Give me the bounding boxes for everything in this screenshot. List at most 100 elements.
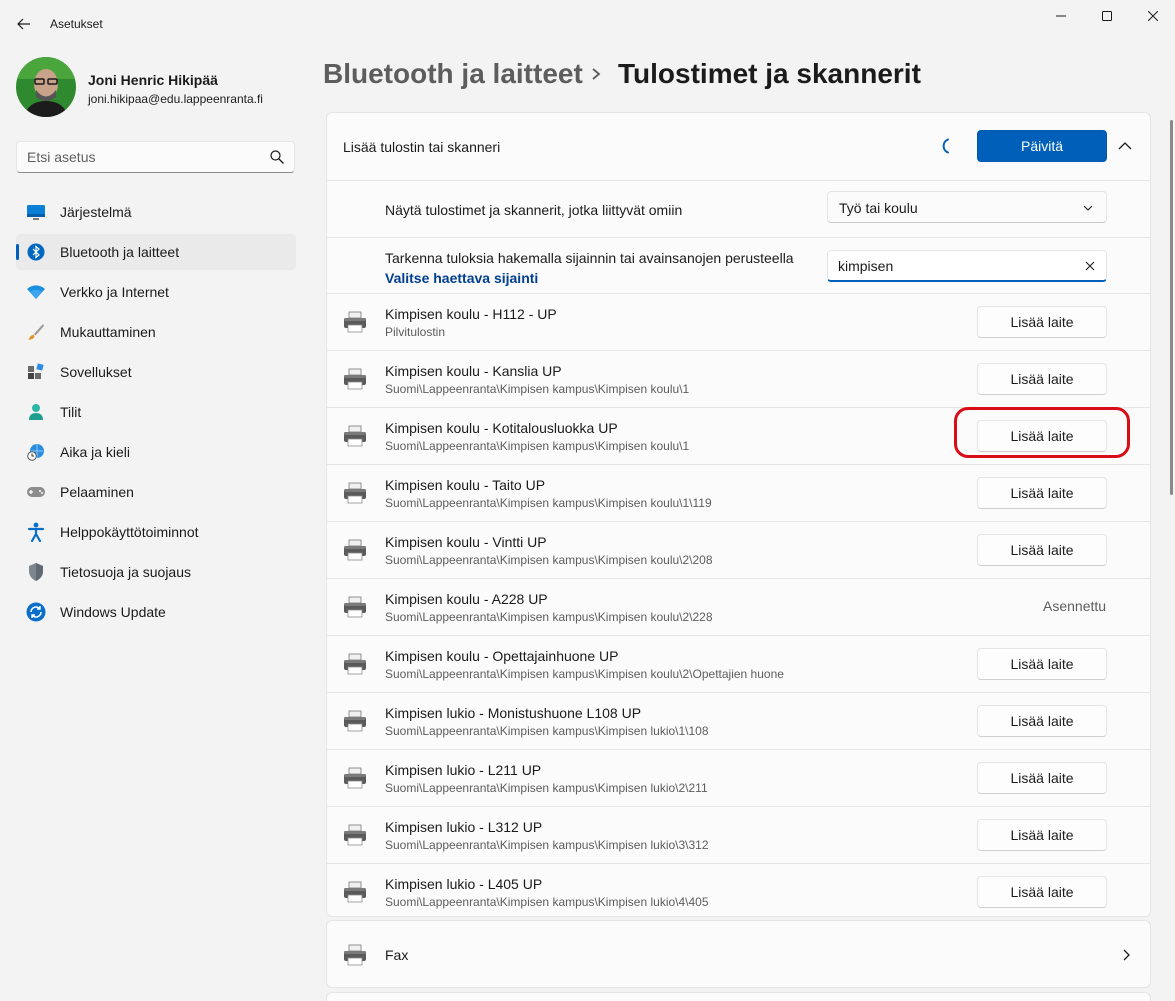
sidebar-item-accounts[interactable]: Tilit — [16, 394, 296, 430]
printer-row: Kimpisen koulu - H112 - UP Pilvitulostin L… — [327, 293, 1150, 350]
app-title: Asetukset — [50, 17, 103, 31]
sidebar-item-label: Verkko ja Internet — [60, 284, 169, 300]
sidebar-item-label: Sovellukset — [60, 364, 132, 380]
add-printer-title: Lisää tulostin tai skanneri — [343, 139, 501, 155]
update-icon — [26, 602, 46, 622]
sidebar-item-personalization[interactable]: Mukauttaminen — [16, 314, 296, 350]
apps-icon — [26, 363, 46, 381]
add-device-button[interactable]: Lisää laite — [977, 819, 1107, 851]
add-device-button[interactable]: Lisää laite — [977, 534, 1107, 566]
printer-row: Kimpisen koulu - Vintti UP Suomi\Lappeenr… — [327, 521, 1150, 578]
add-device-button[interactable]: Lisää laite — [977, 363, 1107, 395]
add-device-button[interactable]: Lisää laite — [977, 705, 1107, 737]
gamepad-icon — [26, 483, 46, 501]
sidebar-item-accessibility[interactable]: Helppokäyttötoiminnot — [16, 514, 296, 550]
sidebar-item-windows-update[interactable]: Windows Update — [16, 594, 296, 630]
back-button[interactable] — [10, 10, 38, 38]
sidebar-item-bluetooth[interactable]: Bluetooth ja laitteet — [16, 234, 296, 270]
printer-location: Suomi\Lappeenranta\Kimpisen kampus\Kimpi… — [385, 553, 713, 567]
printer-name: Kimpisen lukio - Monistushuone L108 UP — [385, 705, 642, 721]
add-device-button[interactable]: Lisää laite — [977, 762, 1107, 794]
choose-location-link[interactable]: Valitse haettava sijainti — [385, 270, 538, 286]
maximize-icon — [1102, 11, 1112, 21]
wifi-icon — [26, 283, 46, 301]
printer-location: Suomi\Lappeenranta\Kimpisen kampus\Kimpi… — [385, 667, 784, 681]
sidebar-item-label: Järjestelmä — [60, 204, 132, 220]
add-printer-section: Lisää tulostin tai skanneri Päivitä Näyt… — [326, 112, 1151, 917]
printer-location: Suomi\Lappeenranta\Kimpisen kampus\Kimpi… — [385, 895, 709, 909]
avatar[interactable] — [16, 57, 76, 117]
location-search-input[interactable] — [838, 257, 1078, 275]
globe-clock-icon — [26, 443, 46, 461]
sidebar-item-privacy[interactable]: Tietosuoja ja suojaus — [16, 554, 296, 590]
sidebar-item-label: Tilit — [60, 404, 82, 420]
fax-label: Fax — [385, 947, 409, 963]
close-button[interactable] — [1130, 4, 1175, 28]
loading-spinner-icon — [942, 138, 949, 154]
printer-icon — [344, 944, 366, 966]
sidebar-item-label: Windows Update — [60, 604, 166, 620]
maximize-button[interactable] — [1084, 4, 1130, 28]
refresh-button[interactable]: Päivitä — [977, 130, 1107, 162]
brush-icon — [26, 323, 46, 341]
sidebar-item-time-language[interactable]: Aika ja kieli — [16, 434, 296, 470]
settings-search-input[interactable] — [27, 148, 257, 166]
printer-icon — [344, 482, 366, 504]
printer-row: Kimpisen lukio - L312 UP Suomi\Lappeenran… — [327, 806, 1150, 863]
printer-icon — [344, 710, 366, 732]
sidebar-item-apps[interactable]: Sovellukset — [16, 354, 296, 390]
installed-status: Asennettu — [1043, 598, 1107, 614]
sidebar-item-system[interactable]: Järjestelmä — [16, 194, 296, 230]
minimize-button[interactable] — [1038, 4, 1084, 28]
next-section-card — [326, 992, 1151, 1001]
printer-row: Kimpisen lukio - L405 UP Suomi\Lappeenran… — [327, 863, 1150, 916]
add-device-button[interactable]: Lisää laite — [977, 876, 1107, 908]
printer-name: Kimpisen koulu - Taito UP — [385, 477, 546, 493]
sidebar-item-label: Mukauttaminen — [60, 324, 156, 340]
sidebar-item-network[interactable]: Verkko ja Internet — [16, 274, 296, 310]
sidebar-item-label: Tietosuoja ja suojaus — [60, 564, 192, 580]
printer-icon — [344, 881, 366, 903]
bluetooth-icon — [26, 243, 46, 261]
refine-label: Tarkenna tuloksia hakemalla sijainnin ta… — [385, 250, 794, 266]
printer-name: Kimpisen koulu - Vintti UP — [385, 534, 547, 550]
filter-row: Näytä tulostimet ja skannerit, jotka lii… — [327, 180, 1150, 237]
user-email: joni.hikipaa@edu.lappeenranta.fi — [88, 92, 263, 106]
add-device-button[interactable]: Lisää laite — [977, 648, 1107, 680]
sidebar-nav: Järjestelmä Bluetooth ja laitteet Verkko… — [16, 194, 296, 634]
sidebar-item-gaming[interactable]: Pelaaminen — [16, 474, 296, 510]
settings-search-box[interactable] — [16, 141, 295, 173]
search-icon[interactable] — [270, 150, 284, 164]
printer-icon — [344, 653, 366, 675]
add-device-button[interactable]: Lisää laite — [977, 306, 1107, 338]
printer-location: Pilvitulostin — [385, 325, 446, 339]
fax-item[interactable]: Fax — [326, 920, 1151, 988]
location-search-box[interactable] — [827, 250, 1107, 282]
printer-location: Suomi\Lappeenranta\Kimpisen kampus\Kimpi… — [385, 781, 708, 795]
printer-row: Kimpisen koulu - Opettajainhuone UP Suomi… — [327, 635, 1150, 692]
breadcrumb-parent[interactable]: Bluetooth ja laitteet — [323, 58, 583, 90]
sidebar-item-label: Pelaaminen — [60, 484, 134, 500]
close-icon — [1148, 11, 1158, 21]
chevron-up-icon[interactable] — [1117, 138, 1133, 154]
minimize-icon — [1056, 15, 1066, 17]
printer-row: Kimpisen lukio - L211 UP Suomi\Lappeenran… — [327, 749, 1150, 806]
account-type-dropdown[interactable]: Työ tai koulu — [827, 191, 1107, 223]
printer-name: Kimpisen koulu - A228 UP — [385, 591, 548, 607]
clear-icon[interactable] — [1084, 260, 1096, 272]
printer-icon — [344, 425, 366, 447]
sidebar-item-label: Helppokäyttötoiminnot — [60, 524, 199, 540]
printer-name: Kimpisen lukio - L211 UP — [385, 762, 542, 778]
highlight-annotation — [954, 407, 1130, 458]
dropdown-value: Työ tai koulu — [839, 200, 918, 216]
printer-name: Kimpisen koulu - H112 - UP — [385, 306, 557, 322]
add-device-button[interactable]: Lisää laite — [977, 477, 1107, 509]
printer-row: Kimpisen koulu - Taito UP Suomi\Lappeenra… — [327, 464, 1150, 521]
person-icon — [26, 403, 46, 421]
chevron-down-icon — [1083, 205, 1093, 211]
printer-name: Kimpisen koulu - Kotitalousluokka UP — [385, 420, 618, 436]
scrollbar[interactable] — [1170, 120, 1173, 495]
chevron-right-icon — [1123, 949, 1130, 961]
printer-icon — [344, 539, 366, 561]
filter-label: Näytä tulostimet ja skannerit, jotka lii… — [385, 202, 683, 218]
